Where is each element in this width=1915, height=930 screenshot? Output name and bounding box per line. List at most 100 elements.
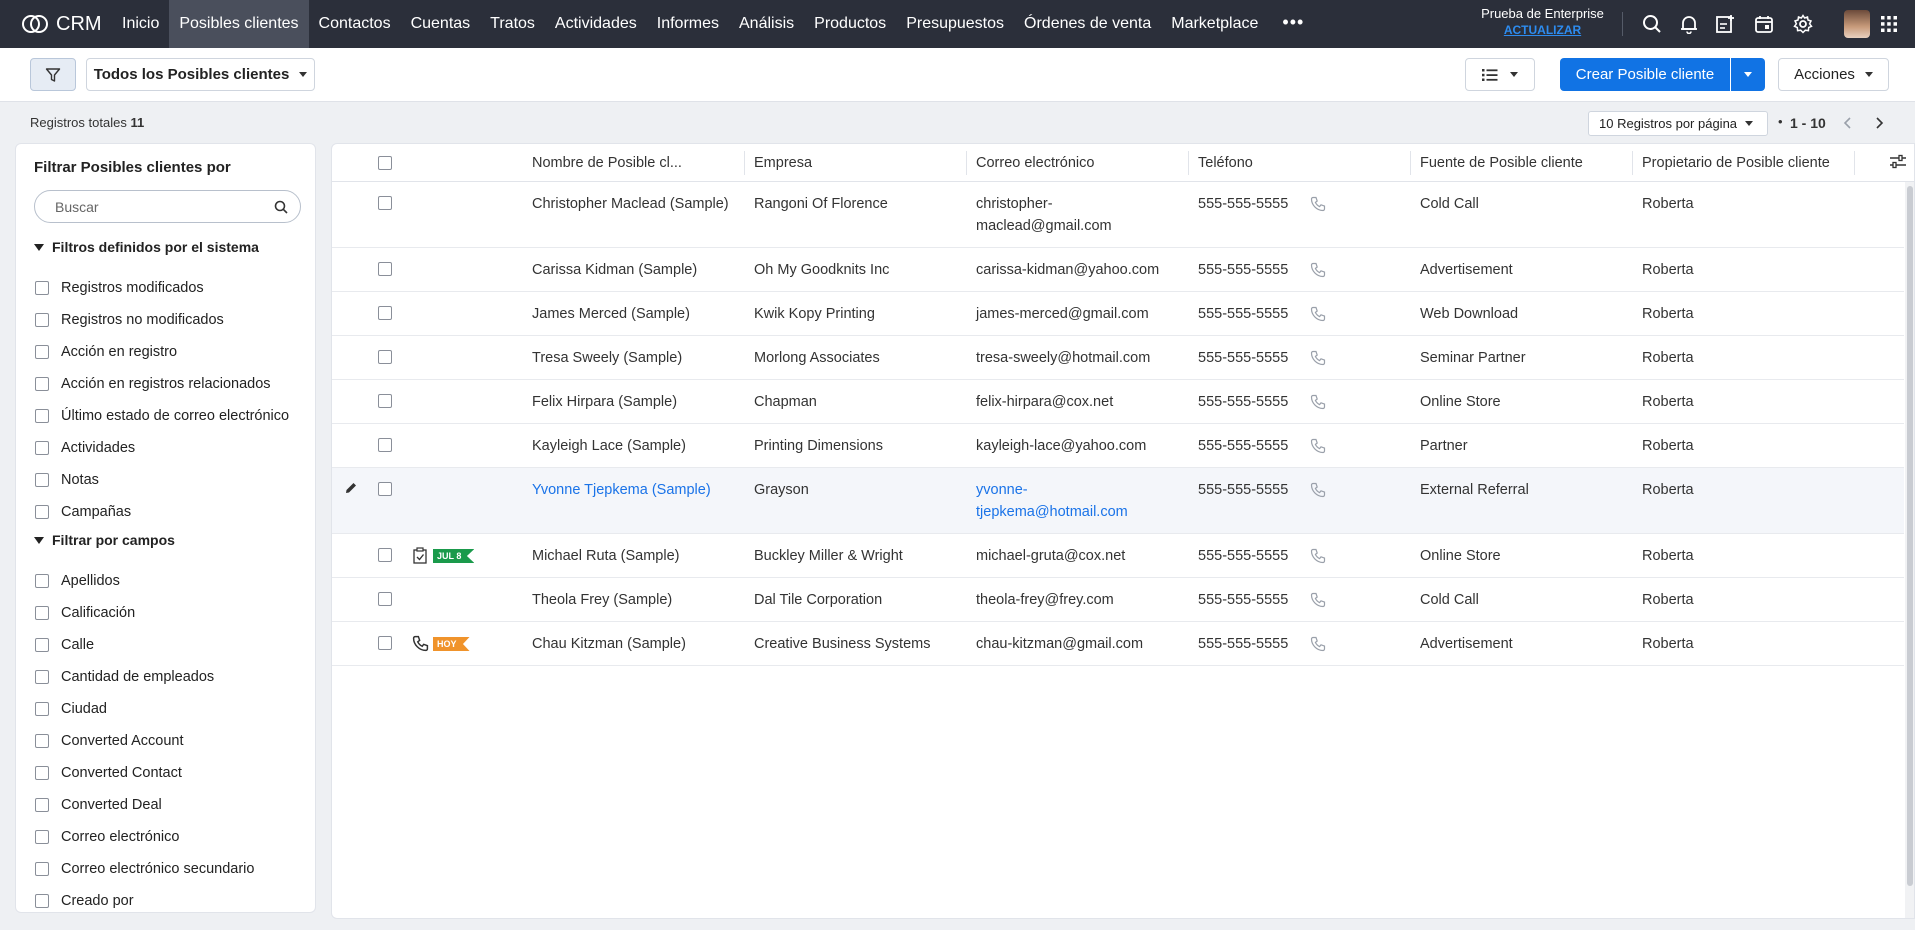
email-cell[interactable]: felix-hirpara@cox.net (976, 391, 1113, 413)
sidebar-search-input[interactable]: Buscar (34, 190, 301, 223)
filter-item-converted-deal[interactable]: Converted Deal (35, 795, 162, 815)
nav-item-analisis[interactable]: Análisis (729, 0, 804, 48)
nav-item-cuentas[interactable]: Cuentas (401, 0, 481, 48)
lead-name-link[interactable]: Theola Frey (Sample) (532, 589, 672, 611)
phone-call-icon[interactable] (1310, 636, 1326, 656)
task-check-icon[interactable] (412, 547, 428, 568)
filter-checkbox[interactable] (35, 281, 49, 295)
nav-item-posibles-clientes[interactable]: Posibles clientes (169, 0, 309, 48)
nav-item-tratos[interactable]: Tratos (480, 0, 545, 48)
gear-icon[interactable] (1791, 12, 1815, 36)
filter-checkbox[interactable] (35, 894, 49, 908)
previous-page-icon[interactable] (1839, 114, 1857, 132)
column-header-4[interactable]: Fuente de Posible cliente (1420, 144, 1620, 182)
nav-item-productos[interactable]: Productos (804, 0, 896, 48)
nav-item-contactos[interactable]: Contactos (309, 0, 401, 48)
filter-checkbox[interactable] (35, 377, 49, 391)
column-header-1[interactable]: Empresa (754, 144, 954, 182)
email-cell[interactable]: carissa-kidman@yahoo.com (976, 259, 1159, 281)
actions-button[interactable]: Acciones (1778, 58, 1889, 91)
email-cell[interactable]: michael-gruta@cox.net (976, 545, 1125, 567)
phone-call-icon[interactable] (1310, 306, 1326, 326)
filter-item-converted-account[interactable]: Converted Account (35, 731, 184, 751)
filter-checkbox[interactable] (35, 670, 49, 684)
phone-call-icon[interactable] (1310, 394, 1326, 414)
filter-checkbox[interactable] (35, 606, 49, 620)
lead-name-link[interactable]: Kayleigh Lace (Sample) (532, 435, 686, 457)
phone-call-icon[interactable] (1310, 482, 1326, 502)
table-row[interactable]: Kayleigh Lace (Sample) Printing Dimension… (332, 424, 1904, 468)
filter-item-calificacion[interactable]: Calificación (35, 603, 135, 623)
email-cell[interactable]: christopher-maclead@gmail.com (976, 193, 1112, 237)
table-row[interactable]: Tresa Sweely (Sample) Morlong Associates t… (332, 336, 1904, 380)
field-filters-section[interactable]: Filtrar por campos (34, 532, 175, 548)
row-checkbox[interactable] (378, 438, 392, 452)
filter-checkbox[interactable] (35, 574, 49, 588)
more-menu-button[interactable]: ••• (1268, 0, 1318, 48)
filter-item-registros-no-modificados[interactable]: Registros no modificados (35, 310, 224, 330)
column-settings-icon[interactable] (1889, 154, 1907, 174)
lead-name-link[interactable]: Christopher Maclead (Sample) (532, 193, 729, 215)
filter-item-accion-en-registro[interactable]: Acción en registro (35, 342, 177, 362)
filter-item-ciudad[interactable]: Ciudad (35, 699, 107, 719)
row-checkbox[interactable] (378, 394, 392, 408)
phone-call-icon[interactable] (1310, 592, 1326, 612)
add-note-icon[interactable] (1713, 12, 1737, 36)
email-cell[interactable]: theola-frey@frey.com (976, 589, 1114, 611)
row-checkbox[interactable] (378, 262, 392, 276)
filter-item-correo-electronico[interactable]: Correo electrónico (35, 827, 179, 847)
nav-item-marketplace[interactable]: Marketplace (1161, 0, 1268, 48)
bell-icon[interactable] (1677, 12, 1701, 36)
row-checkbox[interactable] (378, 196, 392, 210)
list-view-toggle[interactable] (1465, 58, 1535, 91)
filter-item-notas[interactable]: Notas (35, 470, 99, 490)
filter-checkbox[interactable] (35, 830, 49, 844)
row-checkbox[interactable] (378, 306, 392, 320)
lead-name-link[interactable]: Tresa Sweely (Sample) (532, 347, 682, 369)
column-header-0[interactable]: Nombre de Posible cl... (532, 144, 682, 182)
table-row[interactable]: James Merced (Sample) Kwik Kopy Printing j… (332, 292, 1904, 336)
filter-checkbox[interactable] (35, 798, 49, 812)
filter-item-creado-por[interactable]: Creado por (35, 891, 134, 911)
email-cell[interactable]: kayleigh-lace@yahoo.com (976, 435, 1146, 457)
filter-item-apellidos[interactable]: Apellidos (35, 571, 120, 591)
filter-item-ultimo-estado-de-correo-electronico[interactable]: Último estado de correo electrónico (35, 406, 289, 426)
email-cell[interactable]: james-merced@gmail.com (976, 303, 1149, 325)
row-checkbox[interactable] (378, 636, 392, 650)
row-checkbox[interactable] (378, 350, 392, 364)
filter-checkbox[interactable] (35, 345, 49, 359)
column-header-5[interactable]: Propietario de Posible cliente (1642, 144, 1852, 182)
phone-call-icon[interactable] (1310, 350, 1326, 370)
avatar[interactable] (1844, 10, 1870, 38)
lead-name-link[interactable]: Yvonne Tjepkema (Sample) (532, 479, 711, 501)
filter-checkbox[interactable] (35, 441, 49, 455)
filter-item-cantidad-de-empleados[interactable]: Cantidad de empleados (35, 667, 214, 687)
phone-call-icon[interactable] (1310, 438, 1326, 458)
lead-name-link[interactable]: James Merced (Sample) (532, 303, 690, 325)
email-cell[interactable]: tresa-sweely@hotmail.com (976, 347, 1150, 369)
create-lead-button[interactable]: Crear Posible cliente (1560, 58, 1730, 91)
edit-pencil-icon[interactable] (344, 481, 358, 499)
row-checkbox[interactable] (378, 592, 392, 606)
filter-item-campanas[interactable]: Campañas (35, 502, 131, 522)
system-filters-section[interactable]: Filtros definidos por el sistema (34, 239, 259, 255)
phone-call-icon[interactable] (1310, 196, 1326, 216)
lead-name-link[interactable]: Chau Kitzman (Sample) (532, 633, 686, 655)
filter-checkbox[interactable] (35, 505, 49, 519)
email-cell[interactable]: chau-kitzman@gmail.com (976, 633, 1143, 655)
table-row[interactable]: HOY Chau Kitzman (Sample) Creative Busines… (332, 622, 1904, 666)
phone-call-icon[interactable] (1310, 262, 1326, 282)
table-scrollbar[interactable] (1905, 182, 1914, 918)
apps-grid-icon[interactable] (1877, 12, 1901, 36)
table-row[interactable]: Yvonne Tjepkema (Sample) Grayson yvonne-tj… (332, 468, 1904, 534)
filter-checkbox[interactable] (35, 313, 49, 327)
filter-item-converted-contact[interactable]: Converted Contact (35, 763, 182, 783)
nav-item-actividades[interactable]: Actividades (545, 0, 647, 48)
nav-item-presupuestos[interactable]: Presupuestos (896, 0, 1014, 48)
upgrade-link[interactable]: ACTUALIZAR (1470, 22, 1615, 38)
filter-checkbox[interactable] (35, 862, 49, 876)
lead-name-link[interactable]: Carissa Kidman (Sample) (532, 259, 697, 281)
email-cell[interactable]: yvonne-tjepkema@hotmail.com (976, 479, 1128, 523)
filter-toggle-button[interactable] (30, 58, 76, 91)
lead-name-link[interactable]: Felix Hirpara (Sample) (532, 391, 677, 413)
